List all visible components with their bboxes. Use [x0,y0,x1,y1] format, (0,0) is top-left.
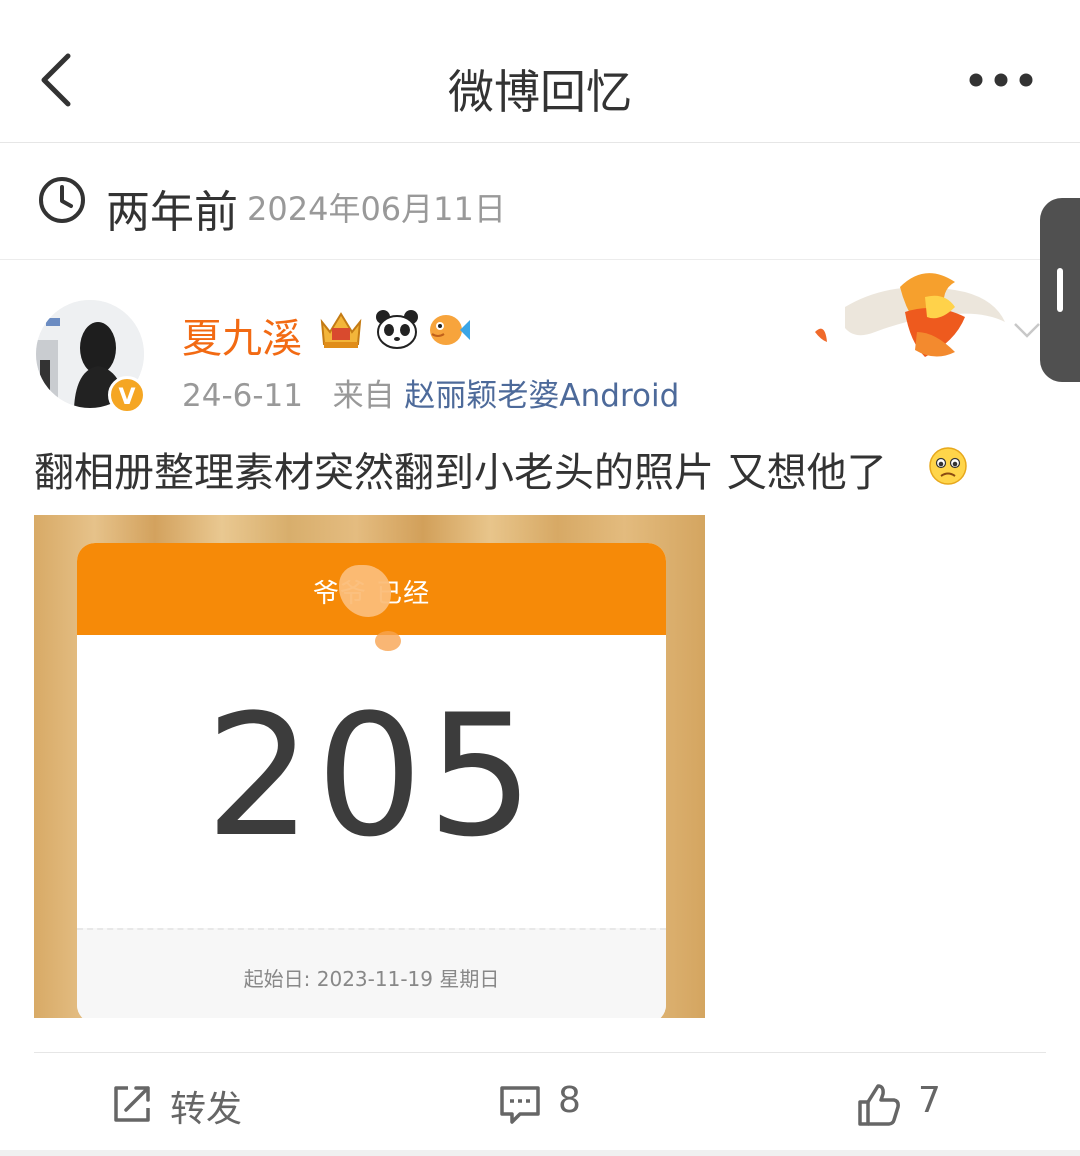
panda-icon[interactable] [374,308,420,350]
more-options-icon[interactable] [968,72,1034,88]
tab-handle [1057,268,1063,312]
card-footer: 起始日: 2023-11-19 星期日 [77,928,666,1018]
chevron-down-icon[interactable] [1012,320,1042,340]
divider [34,1052,1046,1053]
comment-icon [500,1086,540,1124]
comment-button[interactable]: 8 [498,1078,598,1130]
post-text: 翻相册整理素材突然翻到小老头的照片 又想他了 [34,450,887,496]
redaction-smudge [375,631,401,651]
memory-date: 2024年06月11日 [247,190,506,228]
repost-button[interactable]: 转发 [110,1078,270,1130]
crown-badge-icon[interactable] [318,308,364,350]
clock-icon [39,177,85,223]
day-count: 205 [205,678,538,874]
like-button[interactable]: 7 [856,1078,956,1130]
pufferfish-icon[interactable] [426,308,472,350]
post-source[interactable]: 赵丽颖老婆Android [404,378,679,414]
post-meta: 24-6-11 来自 赵丽颖老婆Android [182,370,679,415]
phoenix-decoration-icon [815,273,1005,357]
thumbs-up-icon [858,1084,900,1126]
verified-badge: V [108,376,146,414]
comment-count: 8 [558,1080,581,1121]
top-nav-bar: 微博回忆 [0,0,1080,143]
repost-label: 转发 [170,1089,243,1130]
years-ago-label: 两年前 [106,187,238,238]
post-image[interactable]: 爷爷 已经 205 起始日: 2023-11-19 星期日 [34,515,705,1018]
bottom-strip [0,1150,1080,1156]
start-date: 起始日: 2023-11-19 星期日 [243,967,500,991]
crying-face-emoji-icon [929,447,967,485]
countdown-card: 爷爷 已经 205 起始日: 2023-11-19 星期日 [77,543,666,1018]
repost-icon [114,1086,150,1122]
username[interactable]: 夏九溪 [182,306,302,364]
page-title: 微博回忆 [448,65,632,119]
like-count: 7 [918,1080,941,1121]
source-prefix: 来自 [332,378,395,414]
side-pull-tab[interactable] [1040,198,1080,382]
post-time: 24-6-11 [182,378,303,414]
